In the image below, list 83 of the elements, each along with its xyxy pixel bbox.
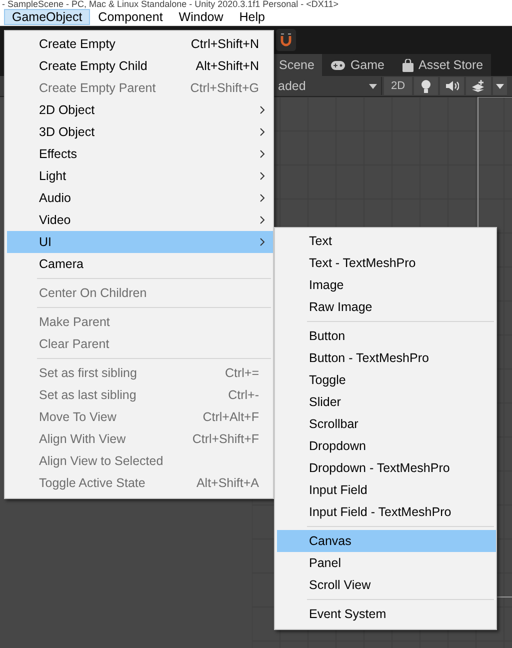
menu-item[interactable]: Toggle [277,369,496,391]
shortcut-label: Ctrl+= [224,366,259,380]
menu-item[interactable]: Canvas [277,530,496,552]
menu-item[interactable]: Create Empty Ctrl+Shift+N [7,33,273,55]
shortcut-label: Ctrl+- [228,388,259,402]
menu-item[interactable]: Input Field - TextMeshPro [277,501,496,523]
menu-item[interactable]: Button [277,325,496,347]
shortcut-label: Ctrl+Shift+N [190,37,259,51]
shortcut-label: Alt+Shift+A [196,476,259,490]
shortcut-label: Ctrl+Shift+G [190,81,259,95]
menu-item[interactable]: Button - TextMeshPro [277,347,496,369]
chevron-right-icon [260,238,265,246]
menu-item[interactable]: Scrollbar [277,413,496,435]
light-bulb-icon [421,80,431,92]
menu-item[interactable]: Dropdown [277,435,496,457]
menu-item[interactable]: Text [277,230,496,252]
lighting-toggle[interactable] [414,77,438,95]
menu-item-label: Video [39,213,72,227]
effects-dropdown[interactable] [493,77,507,95]
caret-icon [496,84,504,88]
menu-item[interactable]: Slider [277,391,496,413]
menu-item-label: 3D Object [39,125,96,139]
menu-item-label: Clear Parent [39,337,110,351]
menu-item-label: Set as last sibling [39,388,138,402]
chevron-right-icon [260,106,265,114]
menu-item-label: Toggle Active State [39,476,146,490]
menu-item[interactable]: Event System [277,603,496,625]
menu-item-label: Move To View [39,410,118,424]
chevron-right-icon [260,150,265,158]
layers-icon [471,80,486,92]
magnet-icon [279,33,293,47]
menu-bar-item[interactable]: GameObject [4,9,90,25]
menu-item[interactable]: Audio [7,187,273,209]
menu-item-label: Make Parent [39,315,111,329]
menu-item[interactable]: Light [7,165,273,187]
audio-toggle[interactable] [440,77,464,95]
menu-item-label: 2D Object [39,103,96,117]
menu-item-label: Set as first sibling [39,366,138,380]
menu-item-label: Create Empty [39,37,116,51]
menu-item[interactable]: Video [7,209,273,231]
menu-item[interactable]: 2D Object [7,99,273,121]
menu-item-label: Align With View [39,432,127,446]
menu-item-label: Light [39,169,68,183]
chevron-right-icon [260,216,265,224]
menu-bar-item[interactable]: Window [170,9,232,25]
menu-item-label: Effects [39,147,78,161]
menu-item-label: Align View to Selected [39,454,164,468]
menu-item[interactable]: Image [277,274,496,296]
menu-item[interactable]: Camera [7,253,273,275]
view-tab[interactable]: Game [322,54,392,76]
menu-item-label: Create Empty Parent [39,81,157,95]
menu-item-label: UI [39,235,52,249]
chevron-right-icon [260,172,265,180]
menu-item[interactable]: Dropdown - TextMeshPro [277,457,496,479]
menu-item[interactable]: Raw Image [277,296,496,318]
shortcut-label: Ctrl+Alt+F [202,410,259,424]
menu-item[interactable]: Create Empty Child Alt+Shift+N [7,55,273,77]
menu-item-label: Create Empty Child [39,59,148,73]
2d-toggle[interactable]: 2D [384,77,412,95]
menu-item-label: Audio [39,191,72,205]
bag-icon [402,58,414,72]
effects-toggle[interactable] [466,77,491,95]
chevron-right-icon [260,194,265,202]
shortcut-label: Ctrl+Shift+F [192,432,259,446]
gamepad-icon [331,60,346,70]
menu-bar-item[interactable]: Help [231,9,273,25]
speaker-icon [446,81,458,91]
menu-item-label: Center On Children [39,286,148,300]
menu-item[interactable]: Scroll View [277,574,496,596]
menu-bar-item[interactable]: Component [90,9,171,25]
menu-item[interactable]: Effects [7,143,273,165]
menu-item[interactable]: Input Field [277,479,496,501]
menu-item[interactable]: 3D Object [7,121,273,143]
menu-item[interactable]: UI [7,231,273,253]
menu-item[interactable]: Text - TextMeshPro [277,252,496,274]
window-title: - SampleScene - PC, Mac & Linux Standalone - Unity 2020.3.1f1 Personal - <DX11> [2,0,339,9]
caret-icon [369,84,377,88]
chevron-right-icon [260,128,265,136]
menu-item-label: Camera [39,257,84,271]
snap-icon[interactable] [276,29,296,51]
shortcut-label: Alt+Shift+N [196,59,259,73]
view-tab[interactable]: Asset Store [392,54,492,76]
menu-item[interactable]: Panel [277,552,496,574]
